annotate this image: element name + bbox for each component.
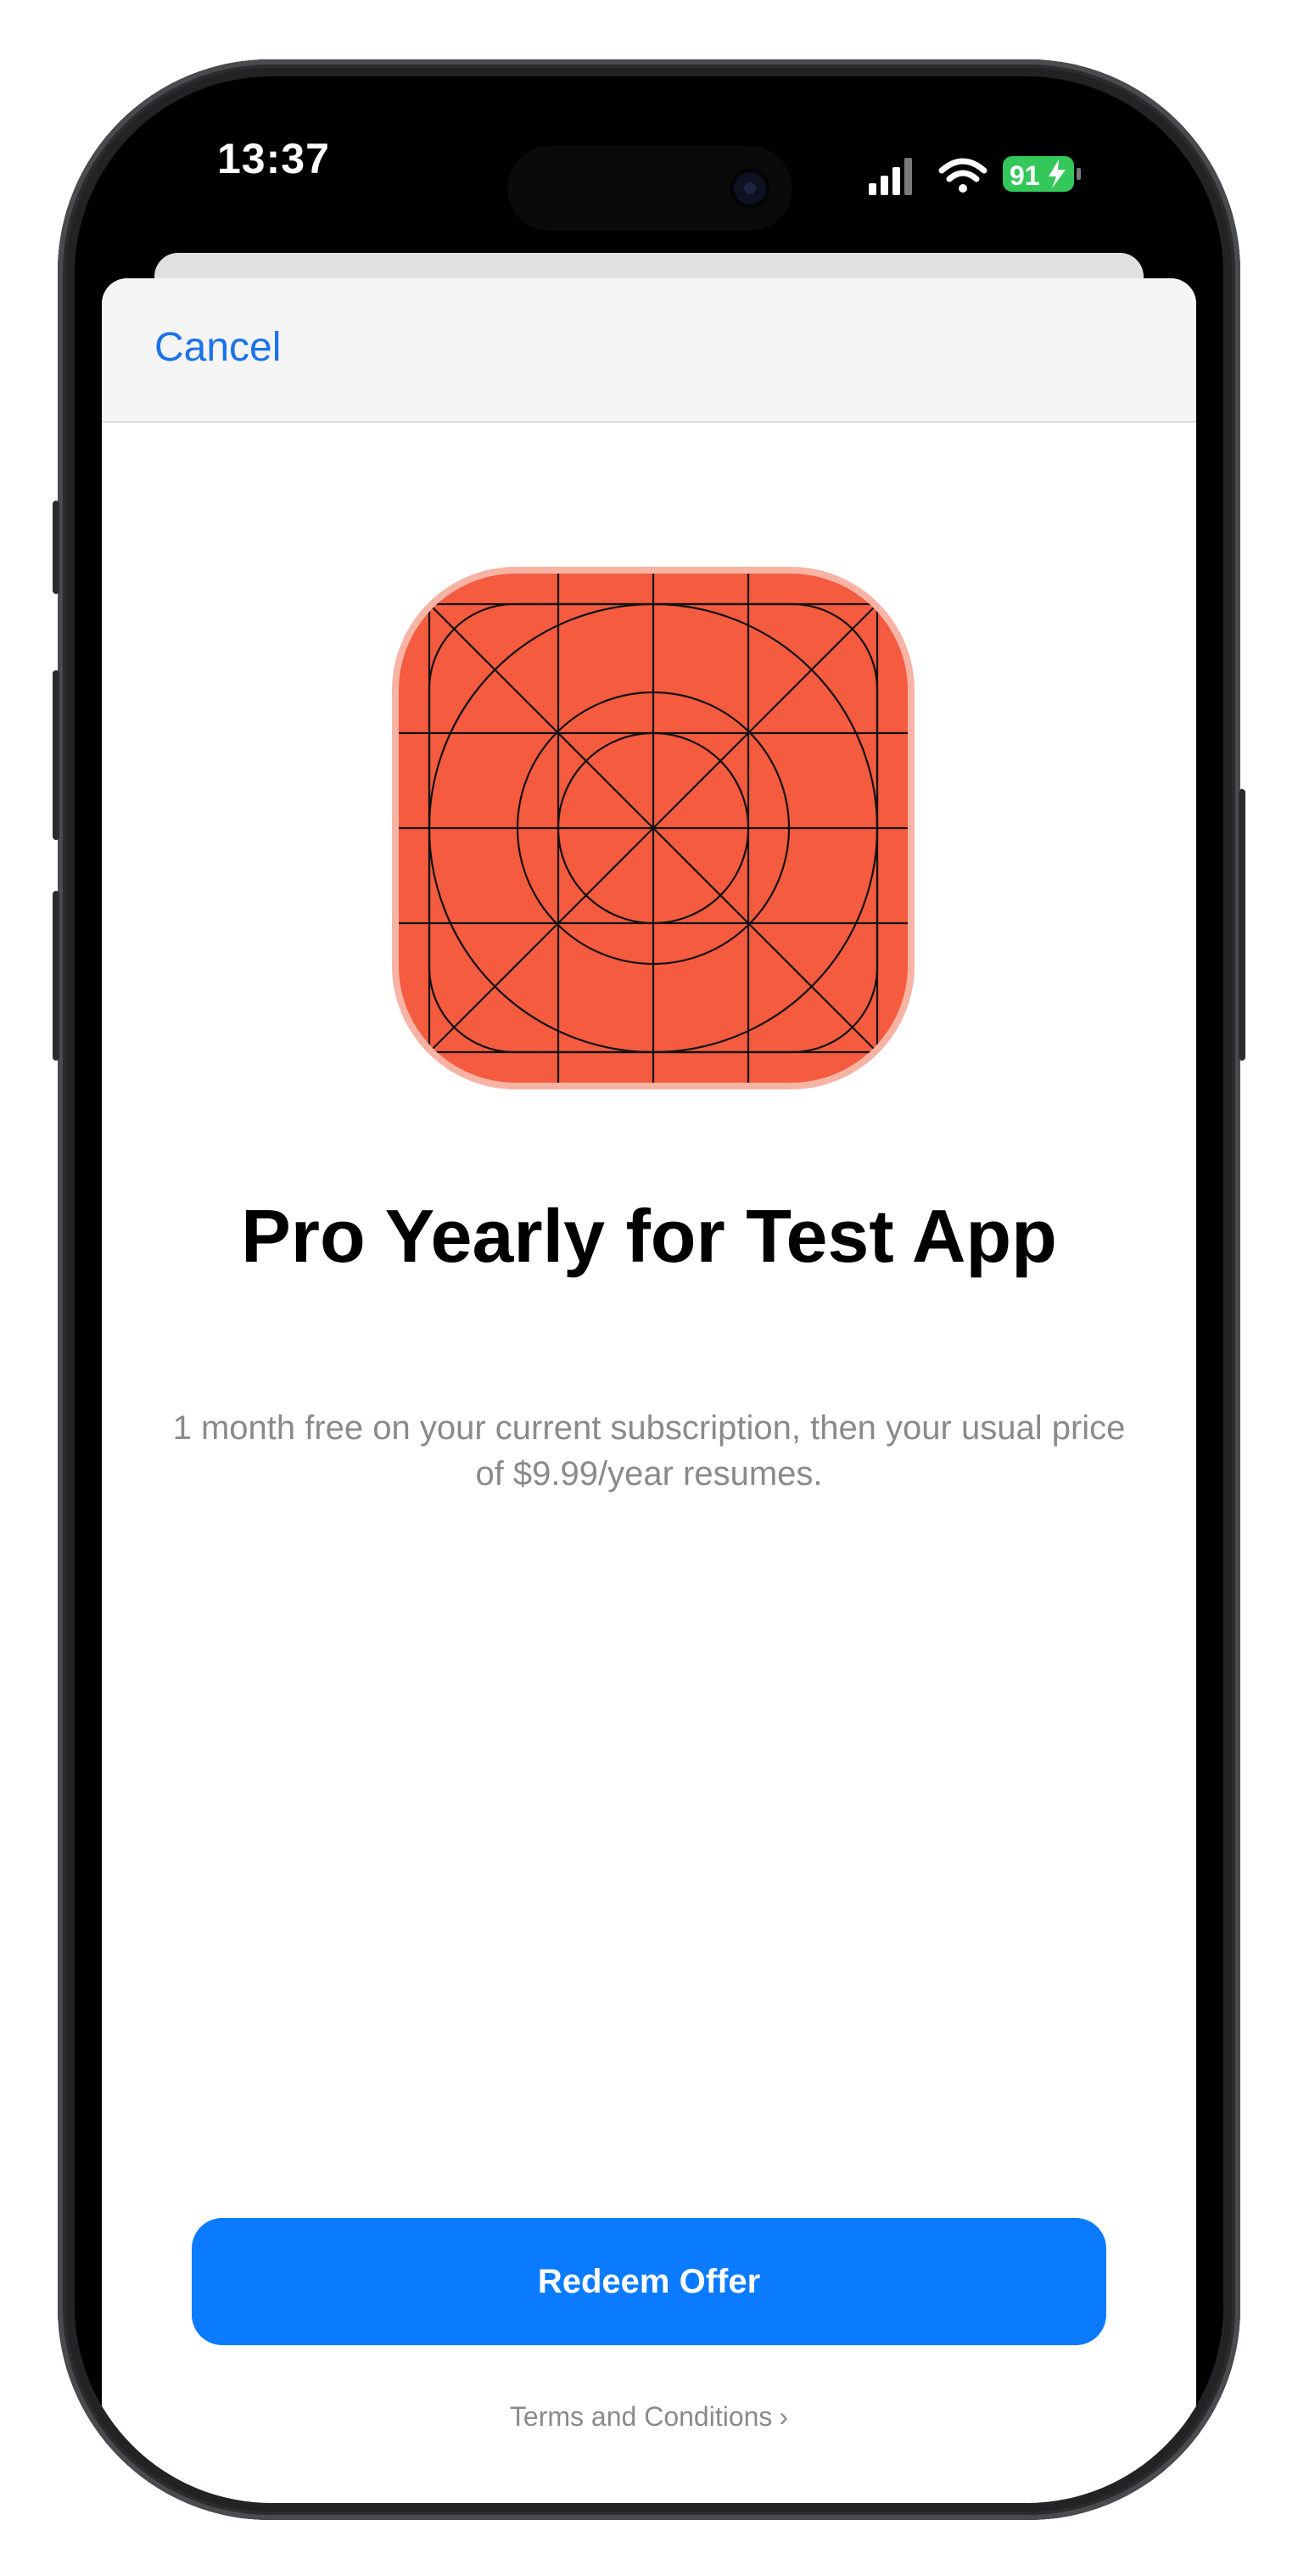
volume-up-button [53,670,59,840]
power-button [1239,789,1245,1061]
signal-icon [869,158,912,195]
sheet-nav-bar: Cancel [102,278,1196,423]
battery-charging-icon: 91 [1003,156,1081,192]
battery-percent: 91 [1010,160,1040,191]
offer-description: 1 month free on your current subscriptio… [172,1409,1126,1492]
app-icon-grid-template [399,574,908,1083]
volume-down-button [53,891,59,1061]
wifi-icon [938,158,987,193]
front-camera-icon [730,168,770,209]
app-icon [399,574,908,1083]
chevron-right-icon: › [779,2401,789,2432]
redeem-offer-label: Redeem Offer [537,2262,761,2300]
offer-sheet: Cancel Pro Yearly for Test App 1 month f… [102,278,1196,2503]
dynamic-island [507,146,792,231]
status-icons: 91 [869,156,1081,195]
cancel-button[interactable]: Cancel [154,324,281,371]
action-button [53,501,59,594]
redeem-offer-button[interactable]: Redeem Offer [192,2218,1106,2345]
phone-screen: 13:37 91 Cancel Pro Yearly for Test App … [75,76,1223,2503]
terms-and-conditions-link[interactable]: Terms and Conditions › [102,2401,1196,2433]
offer-title: Pro Yearly for Test App [241,1194,1057,1278]
status-time: 13:37 [217,135,330,182]
terms-label: Terms and Conditions [509,2401,773,2432]
